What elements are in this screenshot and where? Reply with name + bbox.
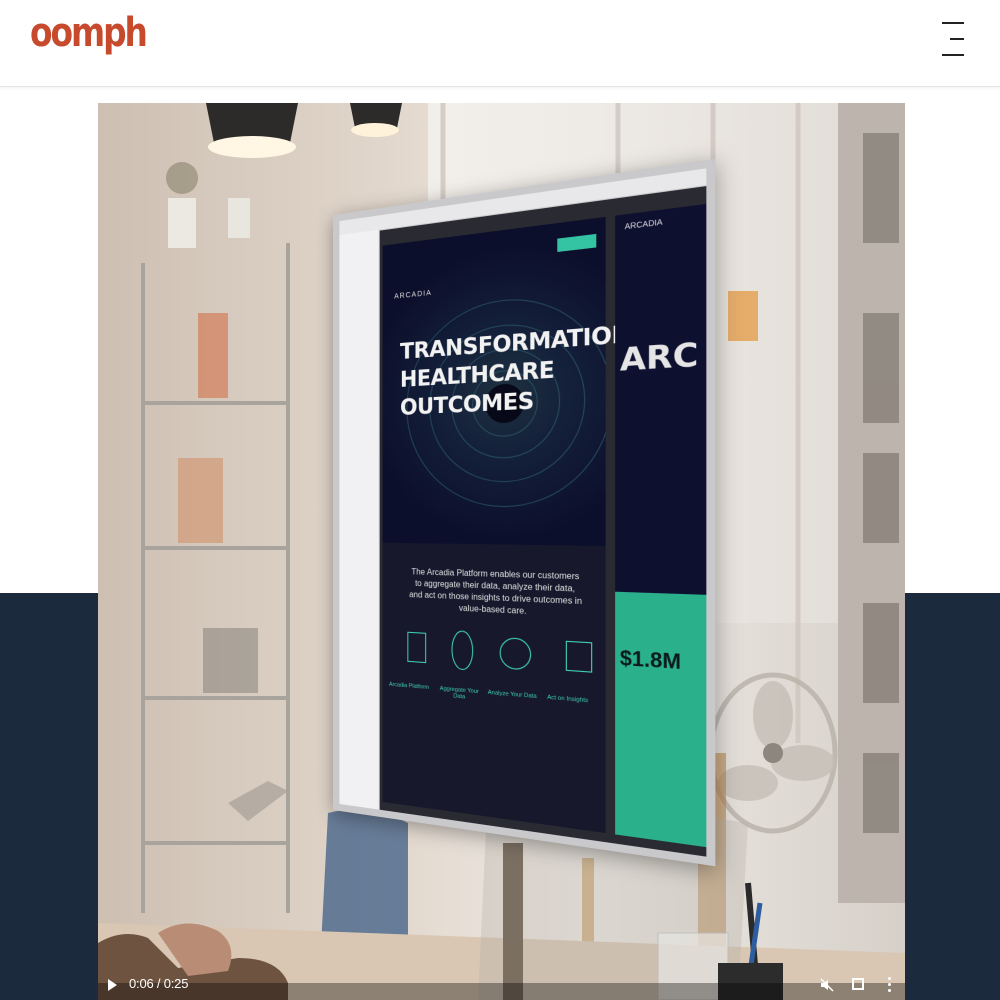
hamburger-menu-icon[interactable]: [930, 18, 970, 62]
design-app-layers-panel: [339, 229, 380, 810]
monitor-screen: ARCADIA TRANSFORMATIONAL HEALTHCARE OUTC…: [333, 158, 716, 867]
feature-label-platform: Arcadia Platform: [389, 681, 430, 692]
arcadia-second-artboard: ARCADIA ARC $1.8M: [615, 202, 715, 849]
feature-label-analyze: Analyze Your Data: [487, 689, 537, 701]
oomph-logo[interactable]: oomph: [30, 10, 148, 56]
play-icon[interactable]: [108, 979, 117, 991]
artboard-body-text: The Arcadia Platform enables our custome…: [409, 567, 582, 617]
hero-video[interactable]: ARCADIA TRANSFORMATIONAL HEALTHCARE OUTC…: [98, 103, 905, 1000]
feature-label-aggregate: Aggregate Your Data: [439, 685, 479, 701]
artboard-big-title: ARC: [619, 334, 699, 379]
feature-label-act: Act on Insights: [547, 694, 589, 705]
feature-icons: [392, 625, 600, 682]
fullscreen-icon[interactable]: [852, 978, 864, 990]
artboard-headline: TRANSFORMATIONAL HEALTHCARE OUTCOMES: [400, 317, 667, 421]
arcadia-artboard: ARCADIA TRANSFORMATIONAL HEALTHCARE OUTC…: [382, 216, 667, 834]
computer-monitor: ARCADIA TRANSFORMATIONAL HEALTHCARE OUTC…: [333, 158, 716, 867]
artboard-stat: $1.8M: [619, 646, 682, 674]
volume-muted-icon[interactable]: [820, 978, 834, 992]
artboard-stat-panel: $1.8M: [615, 591, 715, 849]
artboard-hero: ARCADIA TRANSFORMATIONAL HEALTHCARE OUTC…: [382, 216, 667, 546]
video-controls: 0:06 / 0:25: [98, 972, 905, 1000]
artboard-lower-section: The Arcadia Platform enables our custome…: [382, 542, 606, 834]
arcadia-logo-small: ARCADIA: [624, 218, 663, 232]
video-time: 0:06 / 0:25: [129, 976, 189, 991]
site-header: oomph: [0, 0, 1000, 87]
more-options-icon[interactable]: [886, 976, 892, 994]
